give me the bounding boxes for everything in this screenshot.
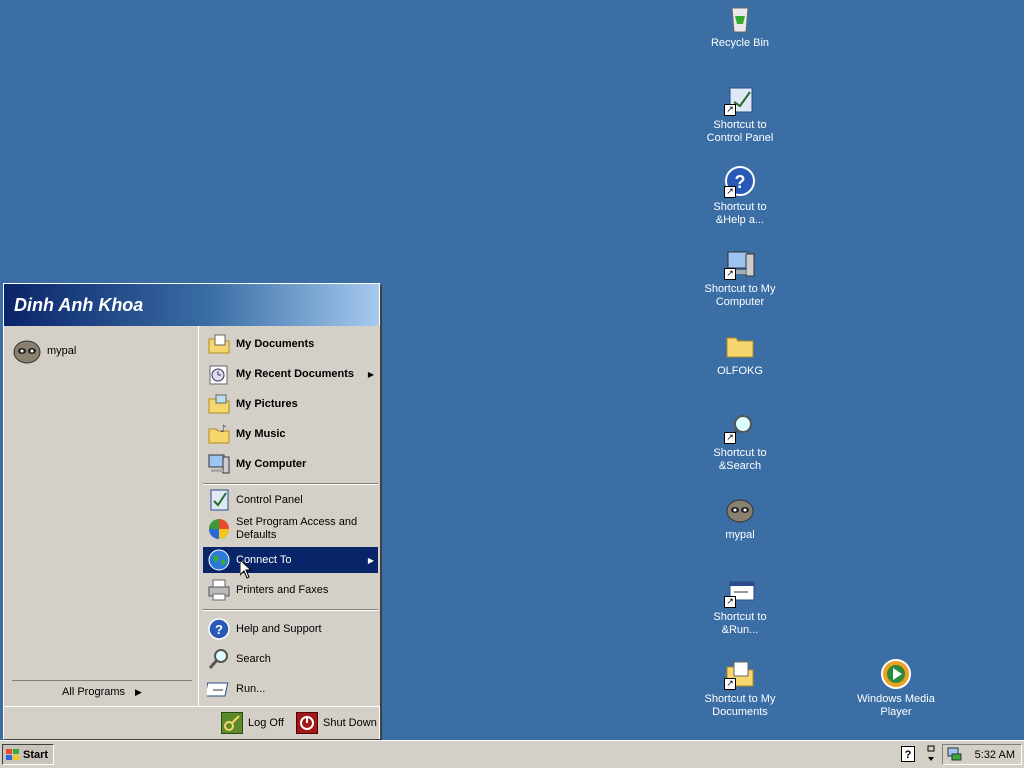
start-menu: Dinh Anh Khoa mypal All Programs ▶ My Do…	[3, 283, 380, 739]
shortcut-arrow-icon: ↗	[724, 432, 736, 444]
arrow-right-icon: ▶	[135, 686, 142, 697]
recycle-bin-icon	[724, 2, 756, 34]
shortcut-arrow-icon: ↗	[724, 268, 736, 280]
taskbar: Start ? 5:32 AM	[0, 740, 1024, 768]
run-icon: ↗	[724, 576, 756, 608]
desktop-icon-help[interactable]: ? ↗ Shortcut to &Help a...	[695, 166, 785, 227]
desktop-icon-recycle-bin[interactable]: Recycle Bin	[695, 2, 785, 50]
clock[interactable]: 5:32 AM	[975, 749, 1015, 761]
my-documents-icon: ↗	[724, 658, 756, 690]
menu-item-search[interactable]: Search	[203, 644, 378, 674]
start-menu-user-name: Dinh Anh Khoa	[4, 284, 379, 326]
my-pictures-icon	[207, 392, 231, 416]
start-menu-footer: Log Off Shut Down	[4, 706, 379, 739]
mouse-cursor-icon	[240, 560, 252, 579]
menu-item-my-recent-documents[interactable]: My Recent Documents ▶	[203, 359, 378, 389]
start-menu-places-panel: My Documents My Recent Documents ▶ My Pi…	[198, 326, 380, 706]
desktop-icon-my-documents[interactable]: ↗ Shortcut to My Documents	[695, 658, 785, 719]
menu-item-set-program-access[interactable]: Set Program Access and Defaults	[203, 513, 378, 545]
menu-item-connect-to[interactable]: Connect To ▶	[203, 547, 378, 573]
menu-item-control-panel[interactable]: Control Panel	[203, 487, 378, 513]
recent-documents-icon	[207, 362, 231, 386]
pinned-item-mypal[interactable]: mypal	[12, 336, 76, 366]
windows-flag-icon	[6, 748, 19, 760]
desktop-icon-search[interactable]: ↗ Shortcut to &Search	[695, 412, 785, 473]
start-menu-pinned-panel: mypal All Programs ▶	[4, 326, 196, 706]
key-icon	[221, 712, 243, 734]
help-icon: ?	[207, 617, 231, 641]
network-tray-icon[interactable]	[946, 745, 962, 764]
control-panel-icon: ↗	[724, 84, 756, 116]
control-panel-icon	[207, 488, 231, 512]
svg-text:?: ?	[735, 172, 746, 192]
tray-help-icon[interactable]: ?	[901, 746, 915, 765]
desktop-icon-control-panel[interactable]: ↗ Shortcut to Control Panel	[695, 84, 785, 145]
mypal-raccoon-icon	[12, 337, 42, 365]
svg-text:?: ?	[905, 749, 912, 761]
printer-icon	[207, 578, 231, 602]
menu-separator	[203, 609, 378, 611]
all-programs-button[interactable]: All Programs ▶	[12, 680, 192, 703]
my-computer-icon: ↗	[724, 248, 756, 280]
my-documents-icon	[207, 332, 231, 356]
folder-icon	[724, 330, 756, 362]
mypal-raccoon-icon	[724, 494, 756, 526]
globe-network-icon	[207, 548, 231, 572]
desktop-icon-olfokg[interactable]: OLFOKG	[695, 330, 785, 378]
log-off-button[interactable]: Log Off	[221, 712, 284, 734]
svg-text:?: ?	[215, 622, 223, 637]
svg-text:♪: ♪	[220, 424, 226, 435]
menu-item-my-music[interactable]: ♪ My Music	[203, 419, 378, 449]
shut-down-button[interactable]: Shut Down	[296, 712, 377, 734]
desktop-icon-windows-media-player[interactable]: Windows Media Player	[851, 658, 941, 719]
help-icon: ? ↗	[724, 166, 756, 198]
program-access-icon	[207, 517, 231, 541]
menu-item-my-documents[interactable]: My Documents	[203, 329, 378, 359]
my-music-icon: ♪	[207, 422, 231, 446]
my-computer-icon	[207, 452, 231, 476]
arrow-right-icon: ▶	[367, 555, 374, 565]
desktop-icon-my-computer[interactable]: ↗ Shortcut to My Computer	[695, 248, 785, 309]
desktop-icon-run[interactable]: ↗ Shortcut to &Run...	[695, 576, 785, 637]
menu-item-my-computer[interactable]: My Computer	[203, 449, 378, 479]
shortcut-arrow-icon: ↗	[724, 596, 736, 608]
arrow-right-icon: ▶	[367, 369, 374, 379]
tray-window-switch-icon[interactable]	[926, 745, 936, 766]
menu-item-printers-and-faxes[interactable]: Printers and Faxes	[203, 575, 378, 605]
shortcut-arrow-icon: ↗	[724, 104, 736, 116]
start-button[interactable]: Start	[2, 744, 54, 765]
run-icon	[204, 677, 231, 701]
search-icon	[207, 647, 231, 671]
menu-item-help-and-support[interactable]: ? Help and Support	[203, 614, 378, 644]
menu-separator	[203, 483, 378, 485]
system-tray: 5:32 AM	[942, 744, 1022, 765]
menu-item-run[interactable]: Run...	[203, 674, 378, 704]
search-icon: ↗	[724, 412, 756, 444]
media-player-icon	[880, 658, 912, 690]
shortcut-arrow-icon: ↗	[724, 186, 736, 198]
menu-item-my-pictures[interactable]: My Pictures	[203, 389, 378, 419]
shortcut-arrow-icon: ↗	[724, 678, 736, 690]
desktop-icon-mypal[interactable]: mypal	[695, 494, 785, 542]
power-icon	[296, 712, 318, 734]
